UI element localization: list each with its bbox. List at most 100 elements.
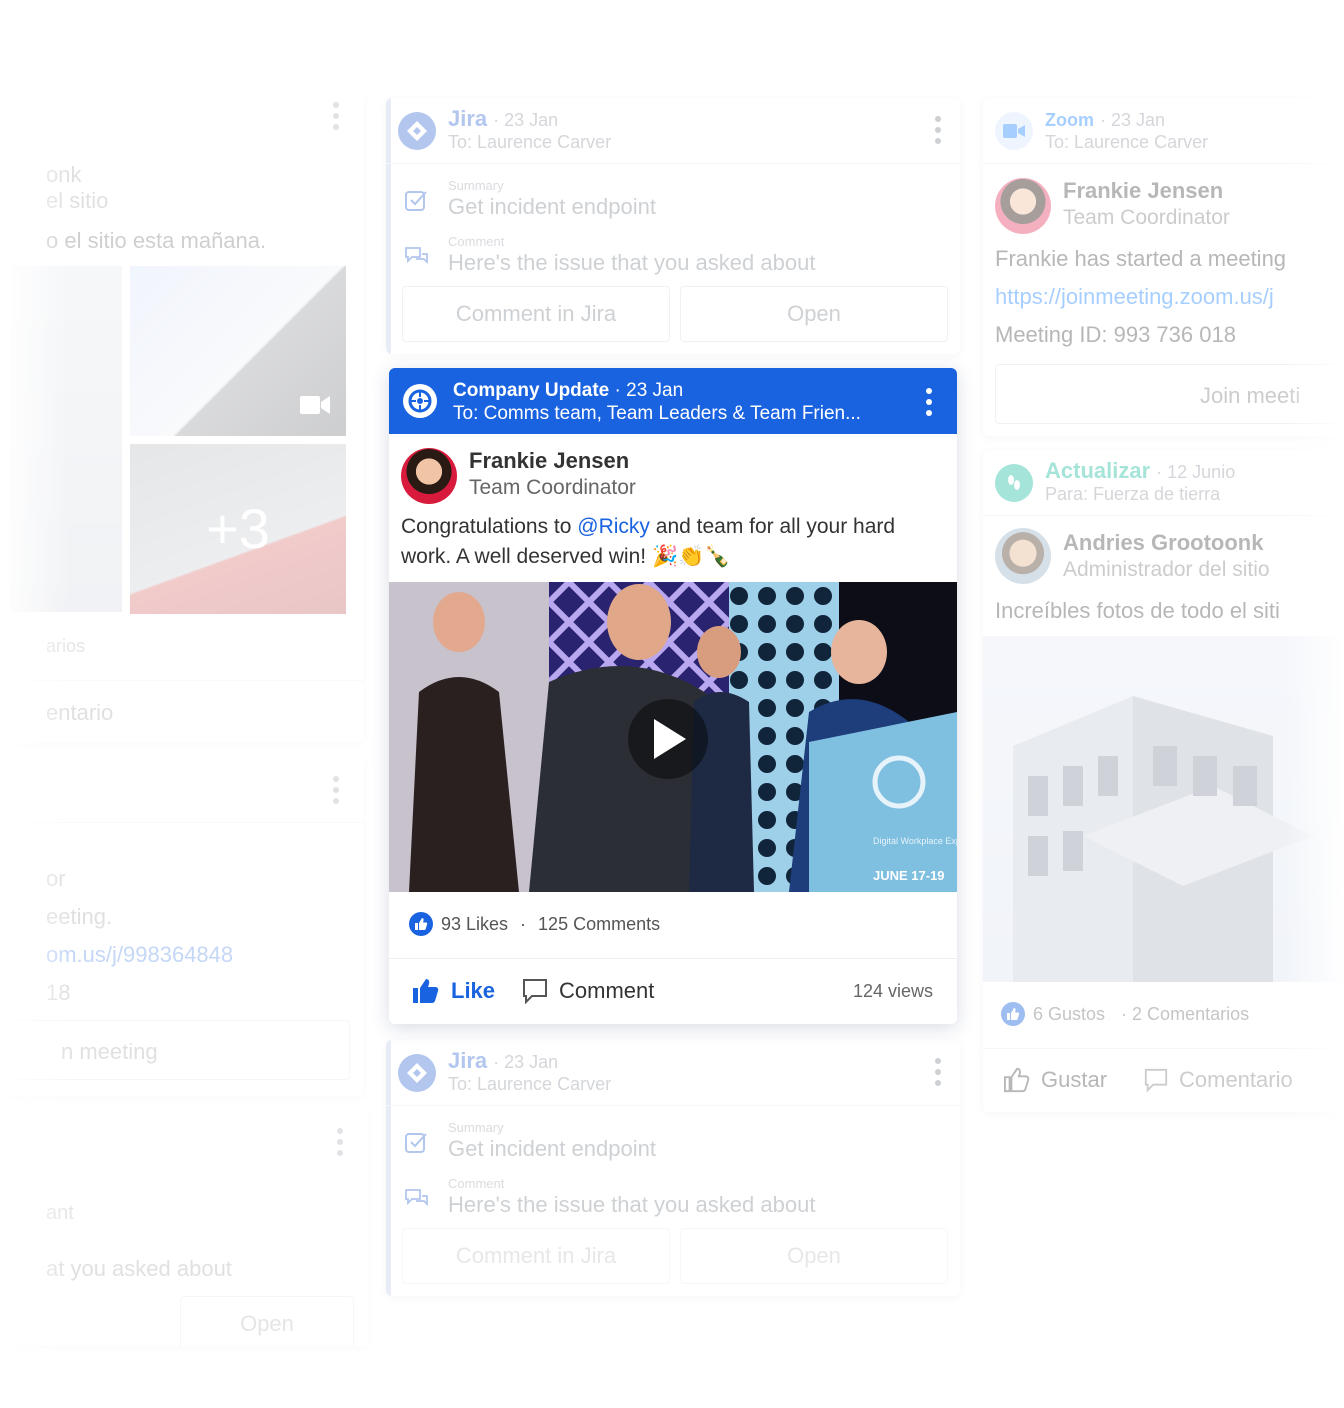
like-button[interactable]: Gustar	[1003, 1067, 1107, 1093]
avatar[interactable]	[401, 448, 457, 504]
post-text-fragment: el sitio	[46, 188, 109, 213]
author-name[interactable]: Frankie Jensen	[1063, 178, 1223, 204]
post-body: Congratulations to @Ricky and team for a…	[401, 515, 896, 568]
comment-label: Comment	[559, 978, 655, 1003]
text-fragment: or	[46, 866, 66, 891]
comment-bubbles-icon	[405, 1189, 428, 1207]
comment-in-jira-button[interactable]: Comment in Jira	[402, 286, 670, 342]
comment-bubbles-icon	[405, 247, 428, 265]
separator: ·	[520, 913, 527, 934]
building-photo	[1013, 696, 1313, 982]
post-image[interactable]	[130, 266, 346, 436]
comments-count[interactable]: 125 Comments	[538, 914, 660, 935]
likes-count[interactable]: 93 Likes	[441, 914, 508, 935]
more-options-icon[interactable]	[925, 388, 933, 416]
jira-actions: Comment in Jira Open	[402, 286, 948, 342]
meeting-link-fragment[interactable]: om.us/j/998364848	[46, 942, 233, 968]
banner-text: Digital Workplace Experience	[873, 836, 957, 846]
divider	[0, 680, 364, 681]
join-meeting-label: Join meeti	[1200, 383, 1301, 408]
recipients: To: Comms team, Team Leaders & Team Frie…	[453, 403, 861, 424]
post-stats: 6 Gustos · 2 Comentarios	[1001, 1002, 1249, 1026]
recipients: To: Laurence Carver	[1045, 132, 1209, 152]
play-icon	[654, 719, 686, 759]
comment-button[interactable]: Comentario	[1143, 1067, 1293, 1093]
author-role: Team Coordinator	[469, 476, 636, 499]
comment-icon	[523, 979, 547, 1005]
more-options-icon[interactable]	[332, 776, 340, 804]
open-button[interactable]: Open	[680, 1228, 948, 1284]
left-zoom-card: or eeting. om.us/j/998364848 18 n meetin…	[0, 758, 364, 1096]
app-name: Jira · 23 Jan	[448, 106, 559, 131]
summary-value: Get incident endpoint	[448, 1136, 656, 1161]
stats-fragment: arios	[46, 636, 86, 656]
post-text-fragment: o el sitio esta mañana.	[46, 228, 267, 253]
avatar[interactable]	[995, 528, 1051, 584]
jira-logo-icon	[398, 112, 436, 150]
more-options-icon[interactable]	[332, 102, 340, 130]
card-header: Zoom · 23 Jan To: Laurence Carver	[983, 98, 1344, 164]
post-body: Increíbles fotos de todo el siti	[995, 598, 1280, 623]
comment-field: Comment Here's the issue that you asked …	[386, 228, 960, 284]
app-name: Zoom · 23 Jan	[1045, 110, 1166, 130]
left-jira-card: ant at you asked about Open	[0, 1110, 368, 1346]
summary-label: Summary	[448, 1120, 504, 1135]
comment-in-jira-button[interactable]: Comment in Jira	[402, 1228, 670, 1284]
join-meeting-button[interactable]: n meeting	[10, 1020, 350, 1080]
like-button[interactable]: Like	[411, 977, 495, 1005]
comment-button[interactable]: Comment	[521, 977, 654, 1005]
view-count: 124 views	[852, 981, 933, 1001]
like-badge-icon	[409, 912, 433, 936]
post-type-title: Company Update · 23 Jan	[453, 380, 684, 401]
author-role: Team Coordinator	[1063, 206, 1230, 229]
post-image[interactable]	[10, 266, 122, 612]
author-name[interactable]: Frankie Jensen	[469, 448, 629, 474]
app-name: Jira · 23 Jan	[448, 1048, 559, 1073]
post-actions: Gustar Comentario	[983, 1048, 1344, 1112]
company-update-card: Company Update · 23 Jan To: Comms team, …	[389, 368, 957, 1024]
user-mention[interactable]: @Ricky	[577, 515, 650, 538]
avatar[interactable]	[995, 178, 1051, 234]
likes-count[interactable]: 6 Gustos	[1033, 1004, 1105, 1025]
meeting-text: Frankie has started a meeting	[995, 246, 1287, 271]
open-button[interactable]: Open	[680, 286, 948, 342]
video-camera-icon	[300, 396, 330, 414]
post-stats: 93 Likes · 125 Comments	[409, 912, 660, 936]
text-fragment: at you asked about	[46, 1256, 232, 1281]
post-video[interactable]: Digital Workplace Experience JUNE 17-19	[389, 582, 957, 892]
join-meeting-button[interactable]: Join meeti	[995, 364, 1344, 424]
author-role: Administrador del sitio	[1063, 558, 1270, 581]
comment-label: Comment	[448, 1176, 505, 1191]
summary-label: Summary	[448, 178, 504, 193]
post-image[interactable]	[983, 636, 1344, 982]
card-header: Jira · 23 Jan To: Laurence Carver	[386, 98, 960, 164]
play-button[interactable]	[628, 699, 708, 779]
more-photos-count: +3	[206, 497, 270, 560]
more-options-icon[interactable]	[934, 116, 942, 144]
open-button[interactable]: Open	[180, 1296, 354, 1346]
jira-actions: Comment in Jira Open	[402, 1228, 948, 1284]
meeting-link[interactable]: https://joinmeeting.zoom.us/j	[995, 284, 1274, 310]
text-fragment: ant	[46, 1202, 74, 1224]
recipients: To: Laurence Carver	[448, 132, 612, 152]
checkbox-icon	[405, 1133, 427, 1153]
company-update-icon	[403, 384, 437, 418]
banner-date: JUNE 17-19	[873, 868, 945, 883]
comments-count[interactable]: · 2 Comentarios	[1121, 1004, 1249, 1025]
like-badge-icon	[1001, 1002, 1025, 1026]
more-options-icon[interactable]	[934, 1058, 942, 1086]
more-options-icon[interactable]	[336, 1128, 344, 1156]
summary-field: Summary Get incident endpoint	[386, 1114, 960, 1170]
comment-value: Here's the issue that you asked about	[448, 250, 816, 275]
author-name[interactable]: Andries Grootoonk	[1063, 530, 1263, 556]
divider	[0, 822, 364, 823]
card-header: Actualizar · 12 Junio Para: Fuerza de tie…	[983, 450, 1344, 516]
card-header: Jira · 23 Jan To: Laurence Carver	[386, 1040, 960, 1106]
join-meeting-label: n meeting	[61, 1039, 158, 1064]
left-update-card: onk el sitio o el sitio esta mañana. +3 …	[0, 94, 364, 742]
more-photos-tile[interactable]: +3	[130, 444, 346, 614]
comment-label: Comment	[448, 234, 505, 249]
megaphone-icon	[995, 464, 1033, 502]
zoom-meeting-card: Zoom · 23 Jan To: Laurence Carver Frankie…	[983, 98, 1344, 436]
comment-action-fragment[interactable]: entario	[46, 700, 113, 726]
